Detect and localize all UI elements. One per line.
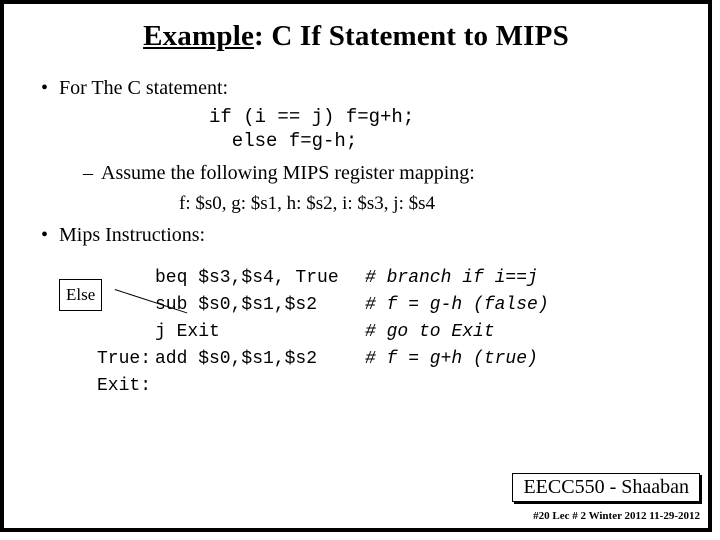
title-rest: : C If Statement to MIPS — [254, 20, 569, 52]
mips-code-block: Else beq $s3,$s4, True# branch if i==j s… — [97, 265, 668, 400]
assume-label: Assume the following MIPS register mappi… — [101, 162, 475, 184]
mips-label-cell: True: — [97, 346, 155, 373]
mips-instructions-label: Mips Instructions: — [59, 224, 205, 246]
mips-comment-cell: # f = g-h (false) — [365, 295, 549, 315]
mips-comment-cell: # go to Exit — [365, 322, 495, 342]
footer-meta: #20 Lec # 2 Winter 2012 11-29-2012 — [533, 510, 700, 522]
footer-course-box: EECC550 - Shaaban — [512, 473, 700, 502]
bullet-mips: Mips Instructions: — [59, 222, 668, 249]
mips-comment-cell: # f = g+h (true) — [365, 349, 538, 369]
register-mapping: f: $s0, g: $s1, h: $s2, i: $s3, j: $s4 — [179, 191, 668, 217]
mips-row: beq $s3,$s4, True# branch if i==j — [97, 265, 668, 292]
mips-comment-cell: # branch if i==j — [365, 268, 538, 288]
c-statement-label: For The C statement: — [59, 77, 228, 99]
mips-instr-cell: add $s0,$s1,$s2 — [155, 346, 365, 373]
mips-row: Exit: — [97, 373, 668, 400]
slide: Example: C If Statement to MIPS For The … — [0, 0, 712, 532]
c-code-line1: if (i == j) f=g+h; — [209, 106, 668, 130]
mips-instr-cell: sub $s0,$s1,$s2 — [155, 292, 365, 319]
mips-row: True:add $s0,$s1,$s2# f = g+h (true) — [97, 346, 668, 373]
else-annotation-box: Else — [59, 279, 102, 311]
content: For The C statement: if (i == j) f=g+h; … — [4, 75, 708, 400]
bullet-c-statement: For The C statement: — [59, 75, 668, 102]
title-underlined: Example — [143, 20, 254, 52]
subbullet-assume: Assume the following MIPS register mappi… — [101, 160, 668, 187]
mips-instr-cell: beq $s3,$s4, True — [155, 265, 365, 292]
mips-instr-cell: j Exit — [155, 319, 365, 346]
c-code-block: if (i == j) f=g+h; else f=g-h; — [209, 106, 668, 154]
slide-title: Example: C If Statement to MIPS — [4, 20, 708, 53]
mips-label-cell: Exit: — [97, 373, 155, 400]
c-code-line2: else f=g-h; — [209, 130, 668, 154]
